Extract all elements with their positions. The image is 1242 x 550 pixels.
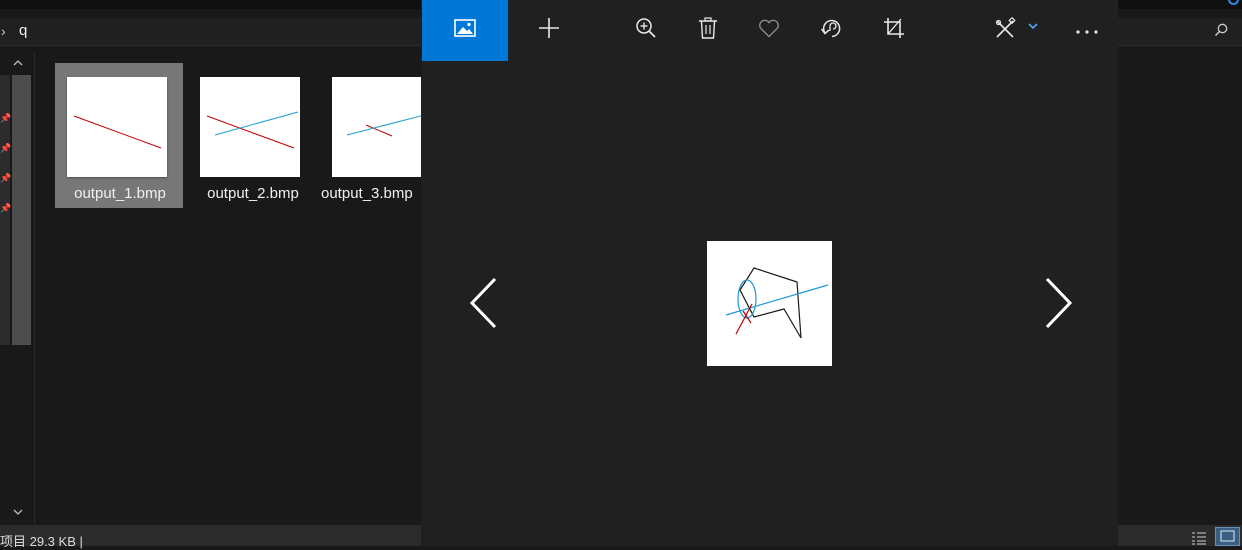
details-view-icon[interactable]: [1191, 531, 1207, 545]
previous-photo-button[interactable]: [469, 273, 503, 333]
photos-toolbar: [421, 0, 1118, 61]
status-text: 项目 29.3 KB |: [0, 534, 83, 549]
file-item[interactable]: output_2.bmp: [188, 63, 316, 208]
more-icon: [1076, 22, 1098, 40]
search-box[interactable]: [1118, 18, 1242, 46]
zoom-button[interactable]: [616, 0, 676, 61]
delete-button[interactable]: [678, 0, 738, 61]
search-icon[interactable]: [1214, 23, 1228, 42]
pin-icon: 📌: [0, 113, 12, 123]
favorite-button[interactable]: [739, 0, 799, 61]
pin-icon: 📌: [0, 173, 12, 183]
plus-icon: [538, 17, 560, 44]
pin-icon: 📌: [0, 203, 12, 213]
file-thumbnail: [200, 77, 300, 177]
file-list: output_1.bmp output_2.bmp output_3.bmp: [35, 53, 421, 525]
scroll-down-button[interactable]: [13, 507, 23, 519]
file-thumbnail: [332, 77, 421, 177]
more-options-button[interactable]: [1057, 0, 1117, 61]
file-name: output_2.bmp: [207, 185, 299, 202]
rotate-icon: [820, 17, 842, 44]
zoom-in-icon: [635, 17, 657, 44]
thumbnail-view-icon[interactable]: [1215, 527, 1240, 546]
next-photo-button[interactable]: [1039, 273, 1073, 333]
address-path[interactable]: q: [19, 22, 27, 39]
edit-create-button[interactable]: [982, 0, 1050, 61]
scrollbar-thumb[interactable]: [12, 75, 31, 345]
pin-icon: 📌: [0, 143, 12, 153]
address-bar[interactable]: › q: [0, 18, 421, 46]
scroll-up-button[interactable]: [13, 57, 23, 69]
trash-icon: [698, 17, 718, 44]
rotate-button[interactable]: [801, 0, 861, 61]
photos-viewer-window: [421, 0, 1118, 546]
chevron-right-icon[interactable]: ›: [1, 23, 6, 39]
view-switcher: [1118, 525, 1242, 546]
navigation-pane: 📌 📌 📌 📌: [0, 53, 35, 525]
file-name: output_3.bmp: [321, 185, 413, 202]
heart-icon: [758, 19, 780, 43]
gallery-icon: [454, 19, 476, 42]
add-button[interactable]: [519, 0, 579, 61]
gallery-button[interactable]: [422, 0, 508, 61]
file-name: output_1.bmp: [74, 185, 166, 202]
chevron-right-icon: [1039, 277, 1073, 337]
file-item[interactable]: output_1.bmp: [55, 63, 183, 208]
status-bar: 项目 29.3 KB |: [0, 525, 421, 549]
edit-create-icon: [994, 16, 1038, 45]
crop-button[interactable]: [864, 0, 924, 61]
file-thumbnail: [67, 77, 167, 177]
file-item[interactable]: output_3.bmp: [320, 63, 421, 208]
chevron-left-icon: [469, 277, 503, 337]
displayed-photo[interactable]: [707, 241, 832, 366]
crop-icon: [883, 17, 905, 44]
